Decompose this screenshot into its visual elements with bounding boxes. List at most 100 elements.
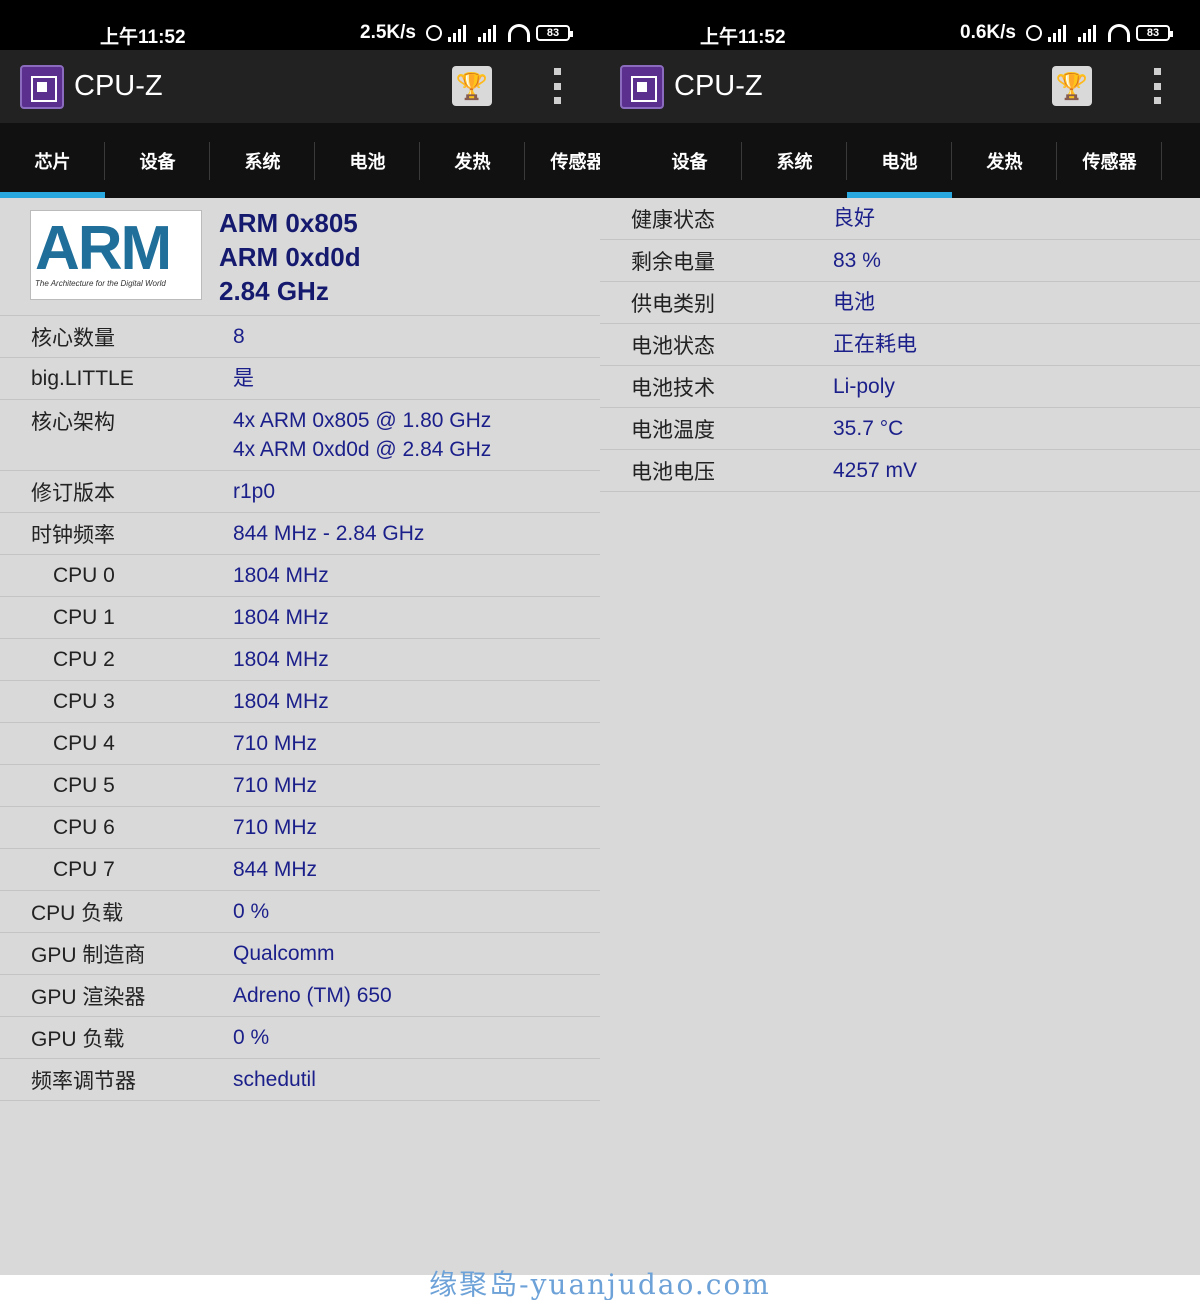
app-title: CPU-Z (674, 70, 763, 102)
info-row: 电池电压 4257 mV (600, 450, 1200, 492)
soc-core-a: ARM 0x805 (219, 208, 358, 238)
battery-icon: 83 (1136, 25, 1173, 41)
cpu-row: CPU 3 1804 MHz (0, 681, 600, 723)
info-row: 供电类别 电池 (600, 282, 1200, 324)
soc-core-b: ARM 0xd0d (219, 242, 361, 272)
tab-thermal[interactable]: 发热 (952, 124, 1057, 198)
arm-logo-text: ARM (35, 214, 172, 283)
info-row: 频率调节器 schedutil (0, 1059, 600, 1101)
trophy-icon[interactable]: 🏆 (1052, 66, 1092, 106)
row-label: 电池电压 (631, 460, 715, 484)
row-value: 710 MHz (233, 816, 318, 839)
battery-icon: 83 (536, 25, 573, 41)
info-row: 修订版本 r1p0 (0, 471, 600, 513)
soc-content: ARM The Architecture for the Digital Wor… (0, 198, 600, 1101)
row-value: 电池 (833, 291, 875, 314)
wifi-icon (508, 24, 530, 42)
row-value: 1804 MHz (233, 606, 329, 629)
row-value: Qualcomm (233, 942, 335, 965)
row-value: 正在耗电 (833, 333, 917, 356)
row-label: CPU 3 (53, 689, 115, 713)
row-value: Adreno (TM) 650 (233, 984, 392, 1007)
arch-line-1: 4x ARM 0x805 @ 1.80 GHz (233, 409, 492, 432)
left-screen: 上午11:52 2.5K/s 83 CPU-Z 🏆 芯片 设备 系统 电池 发热… (0, 0, 600, 1275)
status-icons: 2.5K/s 83 (360, 22, 573, 44)
row-value: 0 % (233, 900, 270, 923)
watermark: 缘聚岛-yuanjudao.com (0, 1271, 1200, 1300)
row-label: 频率调节器 (31, 1069, 136, 1093)
info-row: 核心数量 8 (0, 316, 600, 358)
alarm-icon (426, 25, 442, 41)
wifi-icon (1108, 24, 1130, 42)
tab-device[interactable]: 设备 (637, 124, 742, 198)
row-value: 35.7 °C (833, 417, 904, 440)
info-row: CPU 负载 0 % (0, 891, 600, 933)
cpu-row: CPU 2 1804 MHz (0, 639, 600, 681)
cpu-row: CPU 1 1804 MHz (0, 597, 600, 639)
row-value: schedutil (233, 1068, 316, 1091)
status-bar: 上午11:52 0.6K/s 83 (600, 0, 1200, 50)
signal-icon (1078, 24, 1102, 42)
soc-max-freq: 2.84 GHz (219, 276, 329, 306)
row-value: Li-poly (833, 375, 895, 398)
row-value: 1804 MHz (233, 648, 329, 671)
row-value: 是 (233, 367, 254, 390)
row-label: CPU 0 (53, 563, 115, 587)
tab-system[interactable]: 系统 (210, 124, 315, 198)
cpu-row: CPU 0 1804 MHz (0, 555, 600, 597)
info-row: GPU 制造商 Qualcomm (0, 933, 600, 975)
tab-thermal[interactable]: 发热 (420, 124, 525, 198)
info-row: GPU 负载 0 % (0, 1017, 600, 1059)
row-label: CPU 4 (53, 731, 115, 755)
signal-icon (1048, 24, 1072, 42)
row-label: 健康状态 (631, 208, 715, 232)
status-icons: 0.6K/s 83 (960, 22, 1173, 44)
row-label: 修订版本 (31, 481, 115, 505)
status-time: 上午11:52 (100, 27, 186, 48)
signal-icon (448, 24, 472, 42)
row-value: 良好 (833, 207, 875, 230)
row-value: 710 MHz (233, 732, 318, 755)
more-menu-icon[interactable] (1150, 68, 1164, 104)
info-row: big.LITTLE 是 (0, 358, 600, 400)
info-row: 核心架构 4x ARM 0x805 @ 1.80 GHz 4x ARM 0xd0d … (0, 400, 600, 471)
cpu-row: CPU 6 710 MHz (0, 807, 600, 849)
row-value: 4x ARM 0x805 @ 1.80 GHz 4x ARM 0xd0d @ 2.… (233, 400, 491, 470)
row-label: CPU 1 (53, 605, 115, 629)
more-menu-icon[interactable] (550, 68, 564, 104)
row-value: 1804 MHz (233, 690, 329, 713)
row-value: 1804 MHz (233, 564, 329, 587)
status-time: 上午11:52 (700, 27, 786, 48)
trophy-icon[interactable]: 🏆 (452, 66, 492, 106)
arch-line-2: 4x ARM 0xd0d @ 2.84 GHz (233, 438, 492, 461)
tab-bar: 芯片 设备 系统 电池 发热 传感器 (0, 124, 600, 198)
row-label: CPU 5 (53, 773, 115, 797)
row-label: CPU 2 (53, 647, 115, 671)
row-value: r1p0 (233, 480, 276, 503)
row-label: GPU 负载 (31, 1027, 125, 1051)
arm-logo: ARM The Architecture for the Digital Wor… (30, 210, 202, 300)
row-label: 核心数量 (31, 326, 115, 350)
row-label: 电池技术 (631, 376, 715, 400)
row-label: 核心架构 (31, 411, 115, 434)
row-label: 剩余电量 (631, 250, 715, 274)
tab-system[interactable]: 系统 (742, 124, 847, 198)
tab-battery[interactable]: 电池 (315, 124, 420, 198)
row-label: 电池状态 (631, 334, 715, 358)
app-bar: CPU-Z 🏆 (600, 50, 1200, 124)
row-value: 4257 mV (833, 459, 918, 482)
cpu-chip-icon (620, 65, 664, 109)
tab-sensors[interactable]: 传感器 (525, 124, 601, 198)
cpu-chip-icon (20, 65, 64, 109)
app-bar: CPU-Z 🏆 (0, 50, 600, 124)
arm-logo-tagline: The Architecture for the Digital World (35, 279, 166, 288)
cpu-row: CPU 7 844 MHz (0, 849, 600, 891)
tab-sensors[interactable]: 传感器 (1057, 124, 1162, 198)
tab-soc[interactable]: 芯片 (0, 124, 105, 198)
tab-battery[interactable]: 电池 (847, 124, 952, 198)
row-label: CPU 负载 (31, 901, 124, 925)
battery-content: 健康状态 良好 剩余电量 83 % 供电类别 电池 电池状态 正在耗电 电池技术 Li-p… (600, 198, 1200, 492)
status-bar: 上午11:52 2.5K/s 83 (0, 0, 600, 50)
tab-device[interactable]: 设备 (105, 124, 210, 198)
info-row: GPU 渲染器 Adreno (TM) 650 (0, 975, 600, 1017)
